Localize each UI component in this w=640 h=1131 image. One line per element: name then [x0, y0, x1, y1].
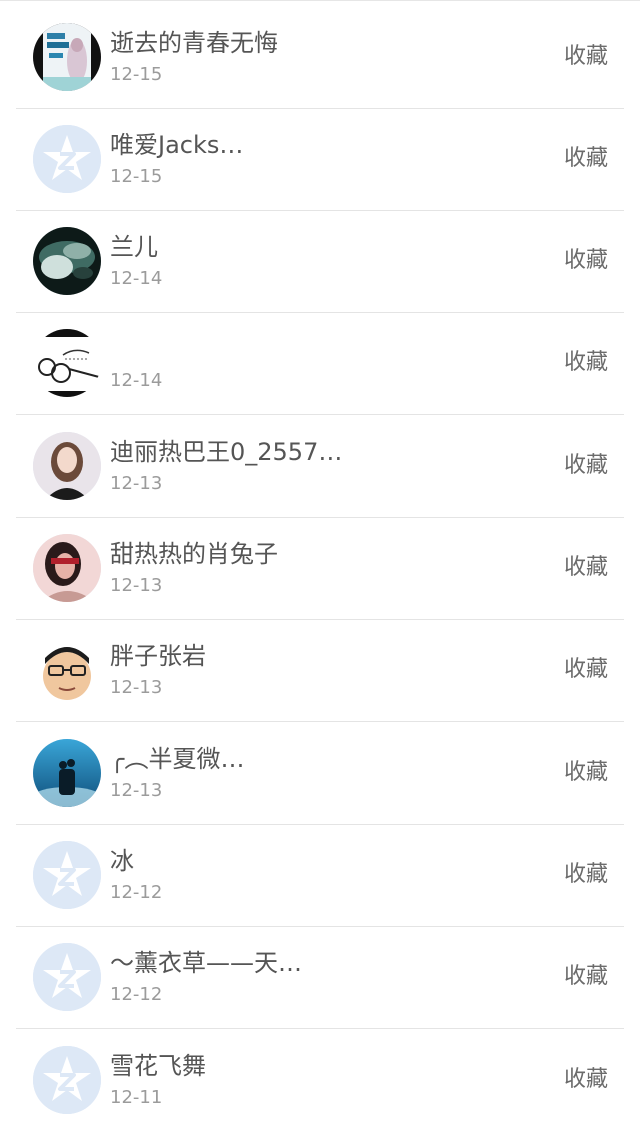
list-item[interactable]: ～薰衣草——天… 12-12 收藏	[16, 926, 624, 1029]
item-date: 12-15	[110, 64, 163, 85]
favorite-button[interactable]: 收藏	[564, 348, 608, 378]
item-date: 12-12	[110, 984, 163, 1005]
favorite-button[interactable]: 收藏	[564, 655, 608, 685]
item-date: 12-14	[110, 370, 163, 391]
cartoon-face-avatar[interactable]	[33, 636, 101, 704]
favorite-button[interactable]: 收藏	[564, 1065, 608, 1095]
user-name: 雪花飞舞	[110, 1052, 206, 1080]
list-item[interactable]: ╭︵半夏微… 12-13 收藏	[16, 722, 624, 825]
list-item[interactable]: 唯爱Jacks… 12-15 收藏	[16, 108, 624, 211]
user-name: 兰儿	[110, 233, 158, 261]
item-date: 12-12	[110, 882, 163, 903]
favorite-button[interactable]: 收藏	[564, 144, 608, 174]
list-item[interactable]: 甜热热的肖兔子 12-13 收藏	[16, 517, 624, 620]
item-date: 12-13	[110, 677, 163, 698]
couple-silhouette-avatar[interactable]	[33, 739, 101, 807]
sketch-avatar[interactable]	[33, 329, 101, 397]
default-qzone-avatar[interactable]	[33, 943, 101, 1011]
default-qzone-avatar[interactable]	[33, 841, 101, 909]
portrait-avatar[interactable]	[33, 534, 101, 602]
list-item[interactable]: 雪花飞舞 12-11 收藏	[16, 1029, 624, 1131]
user-list: 逝去的青春无悔 12-15 收藏 唯爱Jacks… 12-15 收藏 兰儿 12…	[0, 0, 640, 1129]
item-date: 12-14	[110, 268, 163, 289]
user-name: 冰	[110, 847, 134, 875]
book-cover-avatar[interactable]	[33, 23, 101, 91]
item-date: 12-13	[110, 575, 163, 596]
favorite-button[interactable]: 收藏	[564, 553, 608, 583]
user-name: 甜热热的肖兔子	[110, 540, 278, 568]
list-item[interactable]: 冰 12-12 收藏	[16, 824, 624, 927]
item-date: 12-13	[110, 473, 163, 494]
list-item[interactable]: 逝去的青春无悔 12-15 收藏	[16, 6, 624, 109]
favorite-button[interactable]: 收藏	[564, 860, 608, 890]
user-name: 迪丽热巴王0_2557…	[110, 438, 343, 466]
portrait-avatar[interactable]	[33, 432, 101, 500]
list-item[interactable]: 胖子张岩 12-13 收藏	[16, 619, 624, 722]
user-name: 逝去的青春无悔	[110, 29, 278, 57]
user-name: 胖子张岩	[110, 642, 206, 670]
favorite-button[interactable]: 收藏	[564, 758, 608, 788]
item-date: 12-13	[110, 780, 163, 801]
list-item[interactable]: 迪丽热巴王0_2557… 12-13 收藏	[16, 415, 624, 518]
list-item[interactable]: 兰儿 12-14 收藏	[16, 210, 624, 313]
default-qzone-avatar[interactable]	[33, 125, 101, 193]
user-name: 唯爱Jacks…	[110, 131, 244, 159]
user-name: ╭︵半夏微…	[110, 745, 245, 773]
user-name: ～薰衣草——天…	[110, 949, 302, 977]
item-date: 12-11	[110, 1087, 163, 1108]
list-item[interactable]: 12-14 收藏	[16, 312, 624, 415]
favorite-button[interactable]: 收藏	[564, 42, 608, 72]
favorite-button[interactable]: 收藏	[564, 451, 608, 481]
item-date: 12-15	[110, 166, 163, 187]
favorite-button[interactable]: 收藏	[564, 246, 608, 276]
photo-avatar[interactable]	[33, 227, 101, 295]
default-qzone-avatar[interactable]	[33, 1046, 101, 1114]
favorite-button[interactable]: 收藏	[564, 962, 608, 992]
